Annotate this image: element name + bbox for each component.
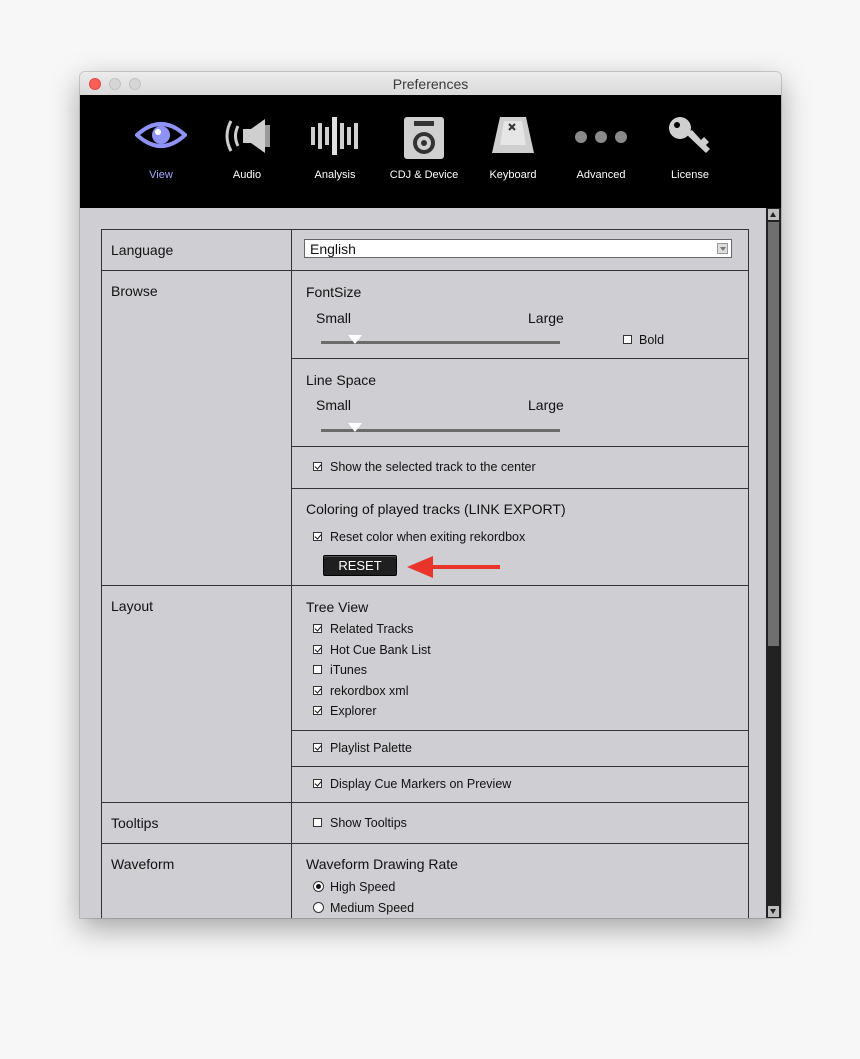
window-title: Preferences	[392, 76, 469, 92]
cue-markers-section: Display Cue Markers on Preview	[292, 767, 748, 802]
waveform-rate-title: Waveform Drawing Rate	[306, 856, 458, 872]
hot-cue-bank-list-checkbox[interactable]	[313, 645, 322, 654]
tab-view-label: View	[149, 169, 173, 181]
line-space-section: Line Space Small Large	[292, 359, 748, 447]
font-size-section: FontSize Small Large Bold	[292, 271, 748, 359]
tab-view[interactable]: View	[118, 95, 204, 208]
tab-audio-label: Audio	[232, 169, 262, 181]
tab-license-label: License	[671, 169, 709, 181]
line-space-slider-handle[interactable]	[347, 422, 363, 432]
waveform-label: Waveform	[102, 844, 292, 918]
rekordbox-xml-label: rekordbox xml	[330, 684, 409, 698]
preferences-toolbar: View Audio Analysis CDJ & Device Keyboar…	[80, 95, 781, 208]
waveform-bars-icon	[311, 117, 358, 155]
cue-markers-label: Display Cue Markers on Preview	[330, 777, 512, 791]
scroll-up-arrow-icon[interactable]	[768, 209, 779, 220]
font-size-small-label: Small	[316, 310, 352, 326]
playlist-palette-label: Playlist Palette	[330, 741, 412, 755]
tab-cdj-device-label: CDJ & Device	[389, 169, 459, 181]
speaker-icon	[225, 119, 270, 153]
show-tooltips-label: Show Tooltips	[330, 816, 407, 830]
tab-audio[interactable]: Audio	[204, 95, 290, 208]
key-icon	[669, 117, 710, 153]
line-space-large-label: Large	[528, 397, 564, 413]
settings-table: Language English Browse FontSize Small L…	[101, 229, 749, 918]
three-dots-icon	[575, 131, 627, 143]
center-track-label: Show the selected track to the center	[330, 460, 536, 474]
eye-icon	[135, 122, 187, 148]
tab-analysis[interactable]: Analysis	[292, 95, 378, 208]
related-tracks-checkbox[interactable]	[313, 624, 322, 633]
waveform-row: Waveform Waveform Drawing Rate High Spee…	[102, 844, 748, 918]
language-select[interactable]: English	[304, 239, 732, 258]
medium-speed-radio[interactable]	[313, 902, 324, 913]
layout-label: Layout	[102, 586, 292, 802]
reset-color-checkbox[interactable]	[313, 532, 322, 541]
font-size-large-label: Large	[528, 310, 564, 326]
preferences-window: Preferences View Audio Analysis CDJ & De…	[80, 72, 781, 918]
language-label: Language	[102, 230, 292, 270]
tab-advanced-label: Advanced	[576, 169, 626, 181]
cue-markers-checkbox[interactable]	[313, 779, 322, 788]
high-speed-label: High Speed	[330, 880, 396, 894]
browse-row: Browse FontSize Small Large Bold Line Sp…	[102, 271, 748, 586]
reset-button[interactable]: RESET	[323, 555, 397, 576]
tab-advanced[interactable]: Advanced	[558, 95, 644, 208]
language-row: Language English	[102, 230, 748, 271]
tooltips-row: Tooltips Show Tooltips	[102, 803, 748, 844]
related-tracks-label: Related Tracks	[330, 622, 414, 636]
tab-keyboard-label: Keyboard	[489, 169, 537, 181]
medium-speed-label: Medium Speed	[330, 901, 415, 915]
bold-label: Bold	[639, 333, 665, 347]
hot-cue-bank-list-label: Hot Cue Bank List	[330, 643, 431, 657]
itunes-checkbox[interactable]	[313, 665, 322, 674]
bold-checkbox[interactable]	[623, 335, 632, 344]
font-size-slider-handle[interactable]	[347, 334, 363, 344]
annotation-arrow-icon	[407, 556, 500, 578]
coloring-section: Coloring of played tracks (LINK EXPORT) …	[292, 489, 748, 586]
tab-cdj-device[interactable]: CDJ & Device	[381, 95, 467, 208]
preferences-content: Language English Browse FontSize Small L…	[80, 208, 766, 918]
reset-color-label: Reset color when exiting rekordbox	[330, 530, 526, 544]
vertical-scrollbar[interactable]	[766, 208, 781, 918]
explorer-checkbox[interactable]	[313, 706, 322, 715]
tooltips-label: Tooltips	[102, 803, 292, 843]
title-bar: Preferences	[80, 72, 781, 96]
show-tooltips-checkbox[interactable]	[313, 818, 322, 827]
chevron-down-icon	[717, 243, 728, 254]
playlist-palette-checkbox[interactable]	[313, 743, 322, 752]
playlist-palette-section: Playlist Palette	[292, 731, 748, 767]
cdj-device-icon	[404, 117, 444, 159]
layout-row: Layout Tree View Related Tracks Hot Cue …	[102, 586, 748, 803]
line-space-title: Line Space	[306, 372, 377, 388]
coloring-title: Coloring of played tracks (LINK EXPORT)	[306, 501, 566, 517]
browse-label: Browse	[102, 271, 292, 585]
tab-analysis-label: Analysis	[314, 169, 356, 181]
language-value: English	[310, 241, 356, 257]
rekordbox-xml-checkbox[interactable]	[313, 686, 322, 695]
tab-keyboard[interactable]: Keyboard	[470, 95, 556, 208]
tree-view-title: Tree View	[306, 599, 369, 615]
font-size-title: FontSize	[306, 284, 362, 300]
keyboard-key-icon	[492, 117, 534, 153]
tree-view-section: Tree View Related Tracks Hot Cue Bank Li…	[292, 586, 748, 731]
center-track-checkbox[interactable]	[313, 462, 322, 471]
scrollbar-thumb[interactable]	[768, 222, 779, 646]
explorer-label: Explorer	[330, 704, 377, 718]
high-speed-radio[interactable]	[313, 881, 324, 892]
line-space-small-label: Small	[316, 397, 352, 413]
center-track-section: Show the selected track to the center	[292, 447, 748, 489]
itunes-label: iTunes	[330, 663, 368, 677]
tab-license[interactable]: License	[647, 95, 733, 208]
scroll-down-arrow-icon[interactable]	[768, 906, 779, 917]
